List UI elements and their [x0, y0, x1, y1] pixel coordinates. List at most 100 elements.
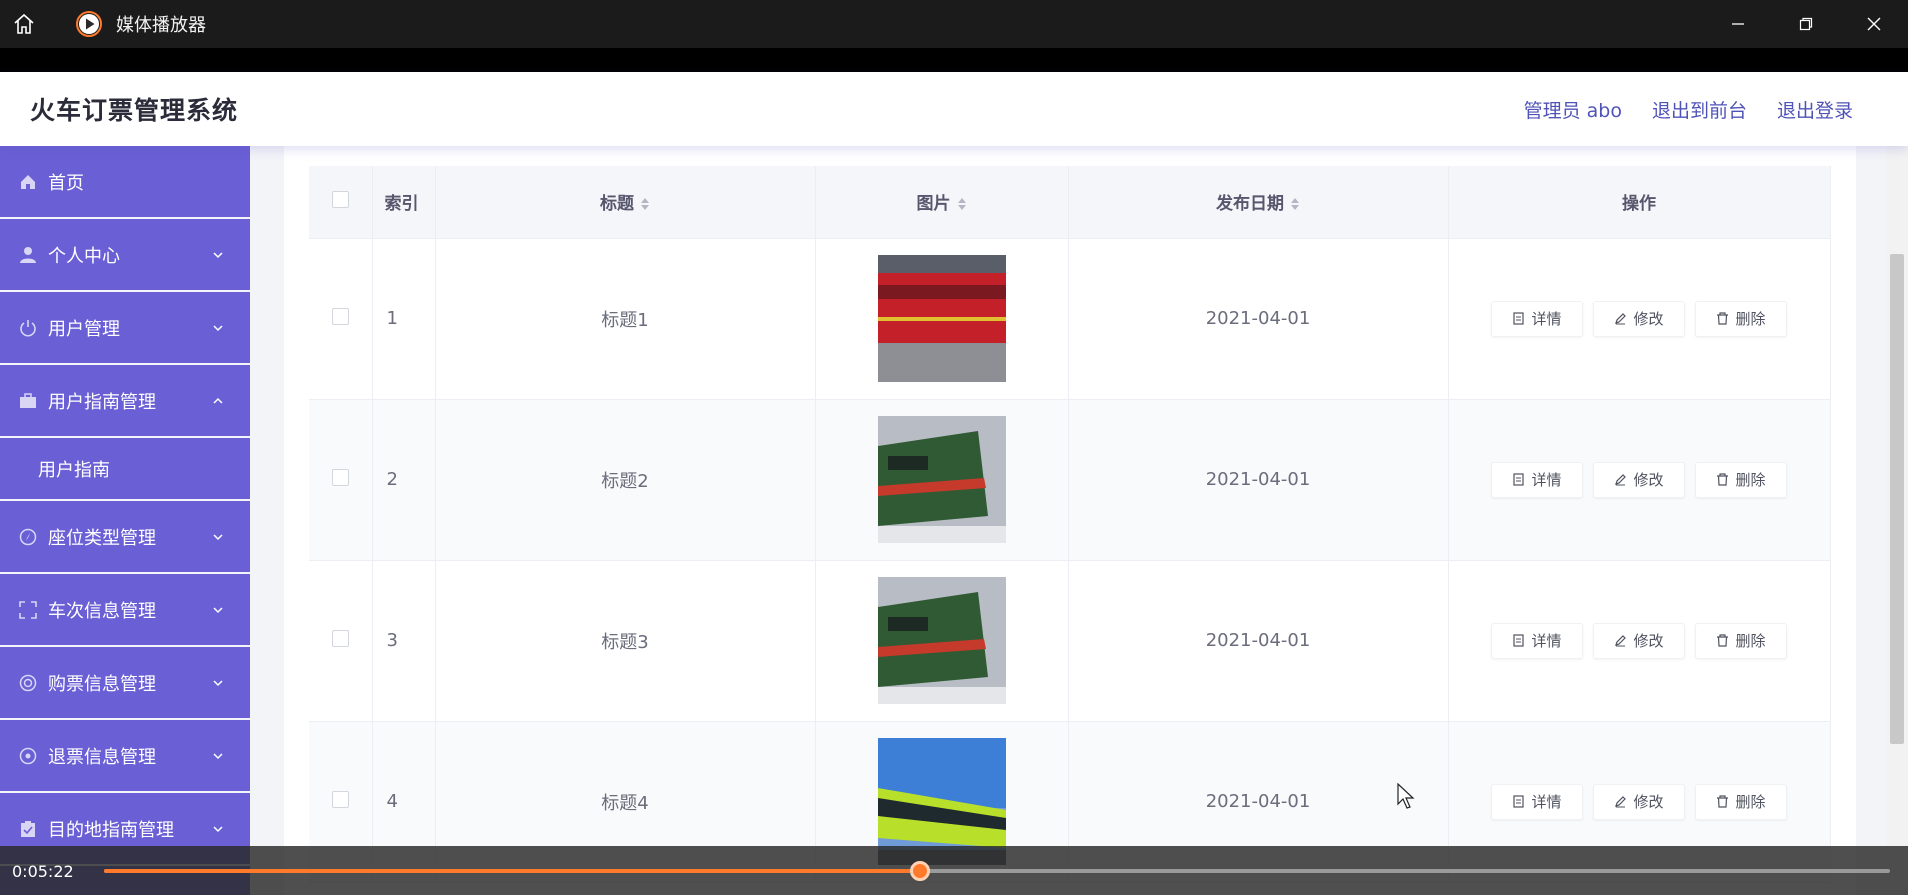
lifebuoy-icon	[18, 673, 38, 693]
media-player-icon	[74, 9, 104, 39]
row-checkbox[interactable]	[331, 790, 349, 808]
close-button[interactable]	[1840, 0, 1908, 48]
edit-icon	[1615, 796, 1627, 808]
green-locomotive-image[interactable]	[877, 577, 1006, 704]
edit-button[interactable]: 修改	[1593, 461, 1685, 498]
close-icon	[1867, 17, 1881, 31]
sidebar-item-label: 座位类型管理	[48, 527, 156, 549]
edit-button[interactable]: 修改	[1593, 622, 1685, 659]
row-date: 2021-04-01	[1068, 238, 1449, 400]
settings-icon	[18, 746, 38, 766]
red-train-image[interactable]	[877, 255, 1006, 382]
column-header-label: 发布日期	[1216, 194, 1284, 215]
edit-button[interactable]: 修改	[1593, 783, 1685, 820]
restore-icon	[1799, 17, 1813, 31]
seek-bar-progress	[104, 869, 921, 873]
chevron-up-icon	[213, 397, 223, 404]
seek-bar-handle[interactable]	[910, 861, 931, 881]
sidebar-item-ticket-purchase-management[interactable]: 购票信息管理	[0, 647, 250, 720]
edit-button[interactable]: 修改	[1593, 300, 1685, 337]
sidebar-item-refund-management[interactable]: 退票信息管理	[0, 720, 250, 793]
row-date: 2021-04-01	[1068, 560, 1449, 722]
edit-label: 修改	[1633, 471, 1664, 489]
logout-link[interactable]: 退出登录	[1777, 96, 1853, 123]
edit-icon	[1615, 635, 1627, 647]
document-icon	[1513, 473, 1525, 486]
sort-icon[interactable]	[957, 197, 967, 211]
exit-to-frontend-link[interactable]: 退出到前台	[1652, 96, 1747, 123]
column-header-ops: 操作	[1448, 166, 1831, 239]
detail-button[interactable]: 详情	[1491, 300, 1583, 337]
compass-icon	[18, 527, 38, 547]
sidebar-item-seat-type-management[interactable]: 座位类型管理	[0, 501, 250, 574]
detail-label: 详情	[1531, 793, 1562, 811]
sidebar-item-user-guide-management[interactable]: 用户指南管理	[0, 365, 250, 438]
sidebar-subitem-user-guide[interactable]: 用户指南	[0, 438, 250, 501]
sort-icon[interactable]	[640, 197, 650, 211]
row-checkbox[interactable]	[331, 468, 349, 486]
select-all-checkbox[interactable]	[331, 190, 349, 208]
row-image-cell	[815, 560, 1069, 722]
app-header: 火车订票管理系统 管理员 abo 退出到前台 退出登录	[0, 72, 1908, 146]
delete-button[interactable]: 删除	[1695, 300, 1787, 337]
column-header-title[interactable]: 标题	[435, 166, 816, 239]
system-title: 火车订票管理系统	[30, 96, 239, 125]
row-checkbox-cell	[309, 399, 373, 561]
minimize-button[interactable]	[1704, 0, 1772, 48]
delete-button[interactable]: 删除	[1695, 622, 1787, 659]
scrollbar-thumb[interactable]	[1890, 254, 1904, 744]
sidebar-item-label: 用户指南管理	[48, 391, 156, 413]
video-letterbox	[0, 48, 1908, 72]
detail-button[interactable]: 详情	[1491, 783, 1583, 820]
sidebar-item-label: 个人中心	[48, 245, 120, 267]
column-header-date[interactable]: 发布日期	[1068, 166, 1449, 239]
document-icon	[1513, 795, 1525, 808]
vertical-scrollbar[interactable]	[1886, 146, 1908, 895]
home-icon	[14, 13, 34, 34]
restore-button[interactable]	[1772, 0, 1840, 48]
window-titlebar: 媒体播放器	[0, 0, 1908, 48]
row-actions: 详情 修改 删除	[1448, 560, 1831, 722]
detail-button[interactable]: 详情	[1491, 622, 1583, 659]
detail-label: 详情	[1531, 310, 1562, 328]
delete-label: 删除	[1735, 793, 1766, 811]
table-header-row: 索引 标题 图片 发布日期 操作	[309, 166, 1831, 239]
sidebar-item-label: 用户管理	[48, 318, 120, 340]
row-index: 2	[372, 399, 436, 561]
sidebar-item-user-management[interactable]: 用户管理	[0, 292, 250, 365]
row-image-cell	[815, 399, 1069, 561]
chevron-down-icon	[213, 324, 223, 331]
delete-label: 删除	[1735, 471, 1766, 489]
document-icon	[1513, 312, 1525, 325]
table-row: 1 标题1 2021-04-01 详情 修改 删除	[309, 238, 1831, 400]
minimize-icon	[1732, 23, 1744, 25]
row-checkbox[interactable]	[331, 629, 349, 647]
trash-icon	[1717, 634, 1729, 647]
edit-label: 修改	[1633, 632, 1664, 650]
delete-button[interactable]: 删除	[1695, 783, 1787, 820]
chevron-down-icon	[213, 825, 223, 832]
chevron-down-icon	[213, 752, 223, 759]
power-icon	[18, 318, 38, 338]
fullscreen-icon	[18, 600, 38, 620]
admin-user-link[interactable]: 管理员 abo	[1524, 96, 1622, 123]
delete-label: 删除	[1735, 310, 1766, 328]
green-locomotive-image[interactable]	[877, 416, 1006, 543]
row-checkbox[interactable]	[331, 307, 349, 325]
row-index: 1	[372, 238, 436, 400]
edit-icon	[1615, 474, 1627, 486]
delete-button[interactable]: 删除	[1695, 461, 1787, 498]
home-button[interactable]	[0, 0, 48, 48]
detail-label: 详情	[1531, 471, 1562, 489]
row-actions: 详情 修改 删除	[1448, 399, 1831, 561]
sidebar-item-home[interactable]: 首页	[0, 146, 250, 219]
sidebar-item-personal-center[interactable]: 个人中心	[0, 219, 250, 292]
detail-button[interactable]: 详情	[1491, 461, 1583, 498]
seek-bar[interactable]	[104, 861, 1890, 881]
sort-icon[interactable]	[1290, 197, 1300, 211]
sidebar-item-train-info-management[interactable]: 车次信息管理	[0, 574, 250, 647]
sidebar-item-label: 退票信息管理	[48, 746, 156, 768]
edit-icon	[1615, 313, 1627, 325]
column-header-image[interactable]: 图片	[815, 166, 1069, 239]
row-title: 标题1	[435, 238, 816, 400]
